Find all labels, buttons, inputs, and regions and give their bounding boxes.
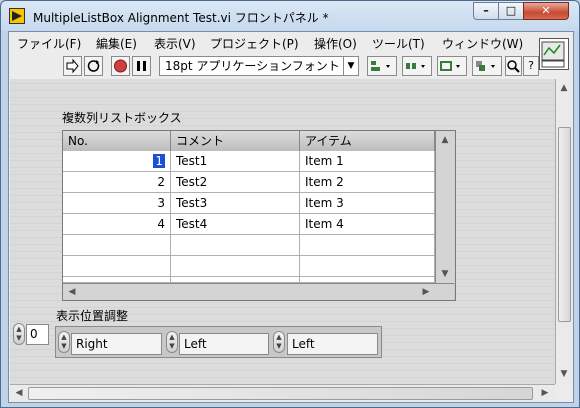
table-cell[interactable]: 4 [63, 214, 171, 235]
column-header-no[interactable]: No. [63, 131, 171, 151]
scroll-down-icon[interactable]: ▼ [557, 367, 571, 381]
table-cell[interactable]: Test3 [171, 193, 300, 214]
labview-icon [9, 8, 25, 24]
table-cell[interactable]: Item 2 [300, 172, 435, 193]
ring-increment-decrement[interactable]: ▲ ▼ [58, 331, 70, 353]
table-cell[interactable] [171, 256, 300, 277]
font-select[interactable]: 18pt アプリケーションフォント ▼ [159, 56, 359, 76]
reorder-icon[interactable] [472, 56, 502, 76]
index-value[interactable]: 0 [26, 324, 49, 345]
window-title: MultipleListBox Alignment Test.vi フロントパネ… [33, 11, 329, 25]
alignment-ring[interactable]: Left [179, 333, 269, 355]
search-icon[interactable] [505, 56, 522, 76]
scroll-down-icon[interactable]: ▼ [438, 267, 452, 281]
ring-increment-decrement[interactable]: ▲ ▼ [166, 331, 178, 353]
menu-tools[interactable]: ツール(T) [372, 35, 425, 52]
ring-increment-decrement[interactable]: ▲ ▼ [273, 331, 285, 353]
listbox-label: 複数列リストボックス [62, 111, 182, 125]
align-objects-icon[interactable] [367, 56, 397, 76]
table-cell[interactable]: Item 3 [300, 193, 435, 214]
minimize-icon: – [483, 4, 489, 17]
scroll-left-icon[interactable]: ◀ [12, 386, 26, 400]
scroll-right-icon[interactable]: ▶ [538, 386, 552, 400]
table-cell[interactable]: 2 [63, 172, 171, 193]
listbox-vertical-scrollbar[interactable]: ▲ ▼ [435, 131, 455, 283]
scroll-up-icon[interactable]: ▲ [557, 81, 571, 95]
table-cell[interactable]: 1 [63, 151, 171, 172]
minimize-button[interactable]: – [473, 2, 499, 20]
maximize-icon: □ [505, 4, 517, 17]
selected-cell-value: 1 [153, 154, 165, 168]
title-bar[interactable]: MultipleListBox Alignment Test.vi フロントパネ… [1, 1, 579, 31]
menu-operate[interactable]: 操作(O) [314, 35, 357, 52]
table-cell[interactable]: Test1 [171, 151, 300, 172]
scroll-left-icon[interactable]: ◀ [65, 285, 79, 299]
table-cell[interactable]: Test4 [171, 214, 300, 235]
distribute-objects-icon[interactable] [402, 56, 432, 76]
menu-edit[interactable]: 編集(E) [96, 35, 137, 52]
abort-icon[interactable] [111, 56, 130, 76]
table-cell[interactable]: Test2 [171, 172, 300, 193]
alignment-label: 表示位置調整 [56, 309, 129, 323]
menu-bar: ファイル(F) 編集(E) 表示(V) プロジェクト(P) 操作(O) ツール(… [9, 32, 539, 52]
maximize-button[interactable]: □ [498, 2, 524, 20]
alignment-ring[interactable]: Right [71, 333, 162, 355]
font-select-value: 18pt アプリケーションフォント [165, 59, 340, 73]
close-button[interactable]: ✕ [523, 2, 569, 20]
table-cell[interactable]: Item 4 [300, 214, 435, 235]
vi-icon-connector[interactable] [539, 38, 569, 70]
scroll-up-icon[interactable]: ▲ [438, 133, 452, 147]
column-header-item[interactable]: アイテム [300, 131, 435, 151]
table-cell[interactable] [300, 235, 435, 256]
menu-project[interactable]: プロジェクト(P) [210, 35, 299, 52]
resize-objects-icon[interactable] [437, 56, 467, 76]
column-header-comment[interactable]: コメント [171, 131, 300, 151]
alignment-ring[interactable]: Left [287, 333, 378, 355]
pause-icon[interactable] [132, 56, 151, 76]
run-continuously-icon[interactable] [84, 56, 103, 76]
table-cell[interactable] [63, 235, 171, 256]
run-arrow-icon[interactable] [63, 56, 82, 76]
menu-view[interactable]: 表示(V) [154, 35, 196, 52]
index-increment-decrement[interactable]: ▲ ▼ [13, 323, 25, 345]
multicolumn-listbox[interactable]: No. コメント アイテム 1 Test1 Item 1 2 Test2 Ite… [62, 130, 456, 301]
close-icon: ✕ [541, 4, 551, 17]
listbox-horizontal-scrollbar[interactable]: ◀ ▶ [63, 283, 454, 300]
panel-vertical-scrollbar[interactable]: ▲ ▼ [555, 79, 573, 384]
scroll-thumb[interactable] [558, 127, 571, 322]
table-cell[interactable] [300, 256, 435, 277]
table-cell[interactable] [171, 235, 300, 256]
scroll-right-icon[interactable]: ▶ [419, 285, 433, 299]
scroll-thumb[interactable] [28, 387, 533, 400]
help-icon[interactable]: ? [523, 56, 539, 76]
chevron-down-icon: ▼ [343, 57, 358, 75]
menu-file[interactable]: ファイル(F) [17, 35, 81, 52]
toolbar: 18pt アプリケーションフォント ▼ ? [9, 53, 539, 79]
table-cell[interactable]: 3 [63, 193, 171, 214]
menu-window[interactable]: ウィンドウ(W) [442, 35, 523, 52]
table-cell[interactable]: Item 1 [300, 151, 435, 172]
panel-horizontal-scrollbar[interactable]: ◀ ▶ [10, 384, 555, 402]
help-label: ? [528, 59, 534, 72]
table-cell[interactable] [63, 256, 171, 277]
